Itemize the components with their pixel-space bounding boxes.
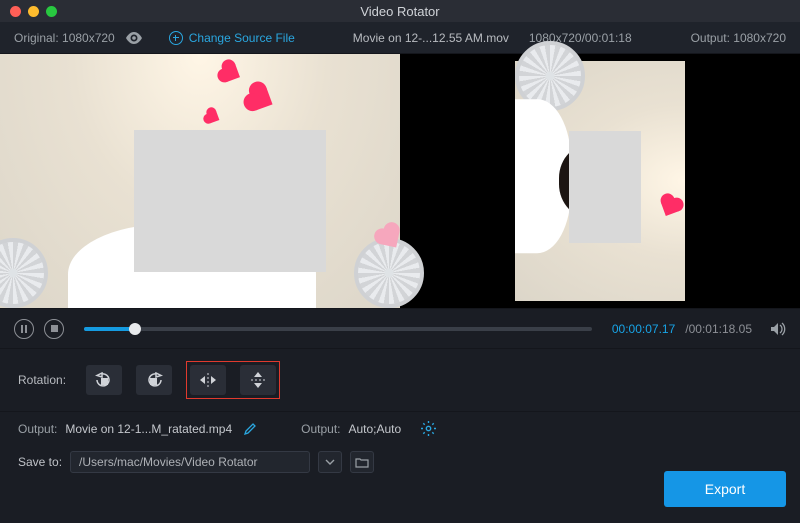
save-to-label: Save to: [18,455,62,469]
flip-vertical-button[interactable] [240,365,276,395]
flip-highlight [186,361,280,399]
info-bar: Original: 1080x720 Change Source File Mo… [0,22,800,54]
time-total: /00:01:18.05 [685,322,752,336]
save-path-input[interactable]: /Users/mac/Movies/Video Rotator [70,451,310,473]
output-file-label: Output: [18,422,57,436]
open-folder-button[interactable] [350,451,374,473]
preview-visibility-icon[interactable] [125,32,143,44]
change-source-label: Change Source File [189,31,295,45]
window-title: Video Rotator [0,4,800,19]
plus-circle-icon [169,31,183,45]
titlebar: Video Rotator [0,0,800,22]
rotate-right-button[interactable] [136,365,172,395]
rotation-label: Rotation: [18,373,66,387]
volume-icon[interactable] [770,322,786,336]
preview-area [0,54,800,308]
face-mask [134,130,326,272]
playback-controls: 00:00:07.17/00:01:18.05 [0,308,800,348]
flip-horizontal-button[interactable] [190,365,226,395]
original-dimensions: Original: 1080x720 [14,31,115,45]
rotation-controls: Rotation: [0,348,800,411]
pause-button[interactable] [14,319,34,339]
output-filename: Movie on 12-1...M_ratated.mp4 [65,422,232,436]
output-mode-label: Output: [301,422,340,436]
time-current: 00:00:07.17 [612,322,675,336]
save-path-value: /Users/mac/Movies/Video Rotator [79,455,258,469]
edit-filename-icon[interactable] [244,422,257,435]
output-settings-icon[interactable] [421,421,436,436]
fan-decor [354,238,424,308]
export-button[interactable]: Export [664,471,786,507]
preview-original [0,54,400,308]
source-filename: Movie on 12-...12.55 AM.mov [353,31,509,45]
save-path-dropdown[interactable] [318,451,342,473]
output-dimensions: Output: 1080x720 [691,31,786,45]
stop-button[interactable] [44,319,64,339]
output-row: Output: Movie on 12-1...M_ratated.mp4 Ou… [0,411,800,445]
seek-slider[interactable] [84,327,592,331]
rotate-left-button[interactable] [86,365,122,395]
preview-output [400,54,800,308]
output-mode: Auto;Auto [348,422,401,436]
change-source-button[interactable]: Change Source File [169,31,295,45]
